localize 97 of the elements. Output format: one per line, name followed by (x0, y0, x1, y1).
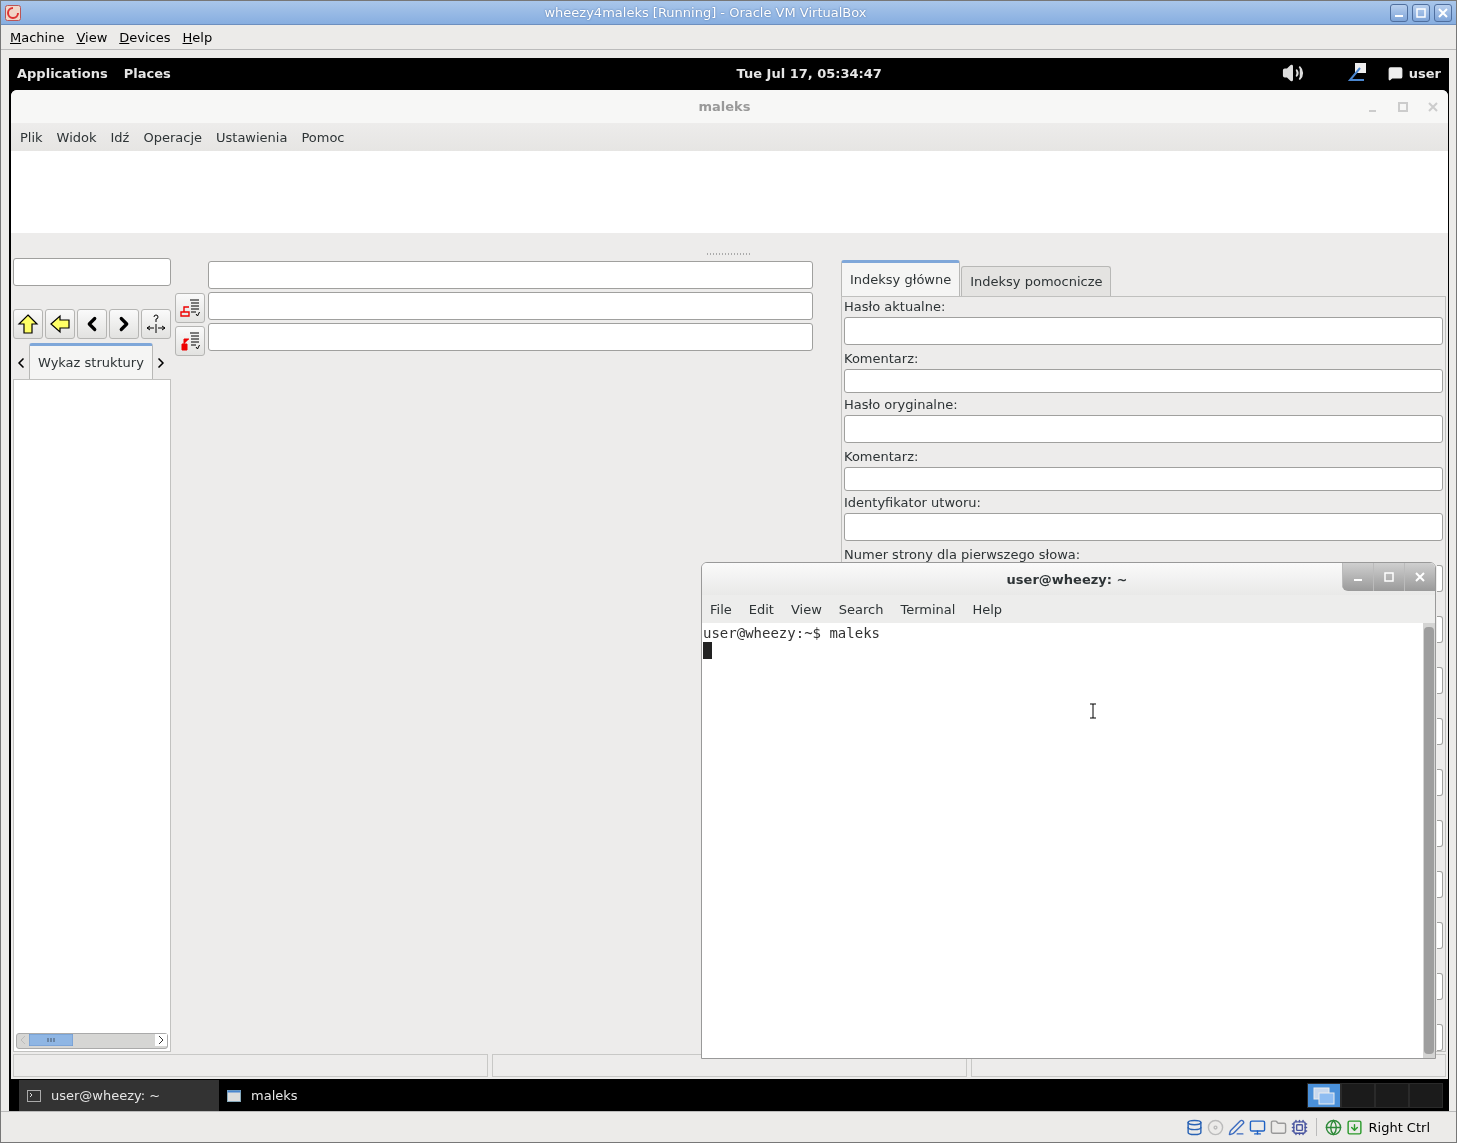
menu-item[interactable]: Help (182, 29, 213, 45)
folder-icon[interactable] (1269, 1118, 1287, 1136)
chat-icon[interactable] (1387, 65, 1403, 81)
tab[interactable]: Indeksy pomocnicze (961, 266, 1112, 296)
menu-item[interactable]: Edit (748, 601, 774, 617)
input-field[interactable] (1437, 922, 1443, 949)
window-title: maleks (697, 99, 752, 114)
input-field[interactable] (1437, 616, 1443, 643)
panel-menu[interactable]: Places (123, 65, 171, 81)
back-button[interactable] (45, 309, 75, 339)
input-field[interactable] (1437, 1024, 1443, 1051)
input-field[interactable] (1437, 820, 1443, 847)
up-button[interactable] (13, 309, 43, 339)
menu-item[interactable]: Plik (20, 129, 43, 145)
host-key-label: Right Ctrl (1368, 1119, 1430, 1135)
tab[interactable]: Wykaz struktury (29, 343, 153, 379)
window-title: wheezy4maleks [Running] - Oracle VM VirtualBox (543, 5, 868, 20)
user-menu[interactable]: user (1408, 65, 1441, 81)
search-field[interactable] (13, 258, 171, 286)
menu-item[interactable]: Search (838, 601, 884, 617)
previous-button[interactable] (77, 309, 107, 339)
menu-item[interactable]: Ustawienia (216, 129, 288, 145)
globe-icon[interactable] (1324, 1118, 1342, 1136)
field-label: Numer strony dla pierwszego słowa: (844, 547, 1081, 562)
input-field[interactable] (1437, 973, 1443, 1000)
menu-item[interactable]: Widok (56, 129, 97, 145)
menu-item[interactable]: Terminal (900, 601, 956, 617)
input-field[interactable] (844, 467, 1443, 491)
drag-handle-icon[interactable] (706, 252, 753, 256)
hard-disk-icon[interactable] (1185, 1118, 1203, 1136)
up-arrow-icon (17, 313, 39, 335)
taskbar-button[interactable]: maleks (219, 1080, 419, 1111)
maximize-icon[interactable] (1398, 101, 1408, 112)
close-icon (1415, 572, 1425, 582)
input-field[interactable] (844, 369, 1443, 393)
input-field[interactable] (1437, 871, 1443, 898)
input-field[interactable] (208, 261, 813, 289)
menu-item[interactable]: Pomoc (301, 129, 345, 145)
field-label: Hasło oryginalne: (844, 397, 958, 412)
minimize-button[interactable] (1390, 3, 1408, 22)
input-field[interactable] (1437, 565, 1443, 592)
workspace-button[interactable] (1307, 1083, 1341, 1108)
app-logo-icon (5, 4, 21, 21)
window-icon (1313, 1086, 1335, 1105)
split-icon (145, 313, 167, 335)
menu-item[interactable]: Help (972, 601, 1003, 617)
close-icon[interactable] (1428, 101, 1438, 112)
scrollbar-thumb[interactable] (29, 1034, 73, 1046)
list-button[interactable] (175, 293, 205, 323)
maximize-button[interactable] (1412, 3, 1430, 22)
text-cursor-icon (1089, 703, 1097, 719)
panel-menu[interactable]: Applications (17, 65, 108, 81)
input-field[interactable] (844, 317, 1443, 345)
chip-icon[interactable] (1290, 1118, 1308, 1136)
menu-item[interactable]: Operacje (143, 129, 202, 145)
minimize-icon (1354, 579, 1362, 581)
text-cursor (703, 642, 712, 659)
split-button[interactable] (141, 309, 171, 339)
input-field[interactable] (844, 513, 1443, 541)
field-label: Identyfikator utworu: (844, 495, 981, 510)
menu-item[interactable]: Idź (110, 129, 130, 145)
tab[interactable]: Indeksy główne (841, 260, 961, 296)
menu-item[interactable]: View (790, 601, 822, 617)
close-icon (1438, 7, 1448, 18)
input-field[interactable] (1437, 667, 1443, 694)
horizontal-scrollbar[interactable] (16, 1033, 168, 1049)
input-field[interactable] (208, 323, 813, 351)
window-title: user@wheezy: ~ (1005, 571, 1129, 587)
field-label: Komentarz: (844, 449, 919, 464)
list-button[interactable] (175, 326, 205, 356)
taskbar-button[interactable]: user@wheezy: ~ (19, 1080, 219, 1111)
list-icon (179, 297, 201, 319)
menu-item[interactable]: File (710, 601, 732, 617)
minimize-icon (1395, 14, 1403, 17)
input-field[interactable] (208, 292, 813, 320)
volume-icon[interactable] (1281, 62, 1304, 84)
menu-item[interactable]: Devices (119, 29, 171, 45)
field-label: Komentarz: (844, 351, 919, 366)
maximize-icon (1384, 572, 1394, 582)
input-field[interactable] (1437, 718, 1443, 745)
left-arrow-icon (49, 313, 71, 335)
clock[interactable]: Tue Jul 17, 05:34:47 (186, 65, 1282, 81)
terminal-line: user@wheezy:~$ maleks (703, 624, 881, 642)
close-button[interactable] (1434, 3, 1452, 22)
list-icon (179, 330, 201, 352)
input-field[interactable] (1437, 769, 1443, 796)
vertical-scrollbar[interactable] (1423, 623, 1435, 1058)
menu-item[interactable]: View (76, 29, 108, 45)
keyboard-capture-icon[interactable] (1345, 1118, 1363, 1136)
input-field[interactable] (844, 415, 1443, 443)
field-label: Hasło aktualne: (844, 299, 946, 314)
window-icon (227, 1089, 241, 1102)
terminal-icon (27, 1089, 41, 1102)
scroll-right-icon[interactable] (155, 1034, 167, 1046)
menu-item[interactable]: Machine (10, 29, 65, 45)
next-button[interactable] (109, 309, 139, 339)
maximize-icon (1416, 7, 1426, 18)
